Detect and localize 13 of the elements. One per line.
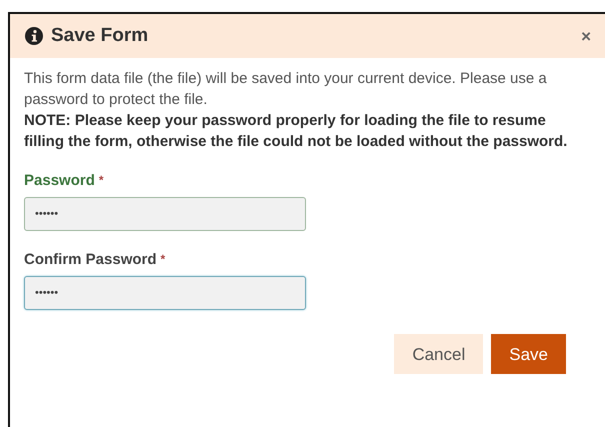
password-field[interactable]: •••••• [24,197,306,231]
note-text: NOTE: Please keep your password properly for loading the file to resume filling the form, otherwise the file could not be loaded without the password. [24,111,568,152]
message-text: This form data file (the file) will be saved into your current device. Please use a password to protect the file. [24,69,548,110]
password-field[interactable]: •••••• [24,276,306,310]
info-icon [25,26,43,45]
cancel-button[interactable]: Cancel [394,334,484,374]
label-text: Confirm Password [24,251,157,268]
required-mark: * [98,173,104,187]
required-mark: * [160,252,166,266]
dialog-title: Save Form [51,24,148,48]
close-button[interactable]: × [579,28,593,44]
save-button[interactable]: Save [491,334,566,374]
label-text: Password [24,172,95,189]
